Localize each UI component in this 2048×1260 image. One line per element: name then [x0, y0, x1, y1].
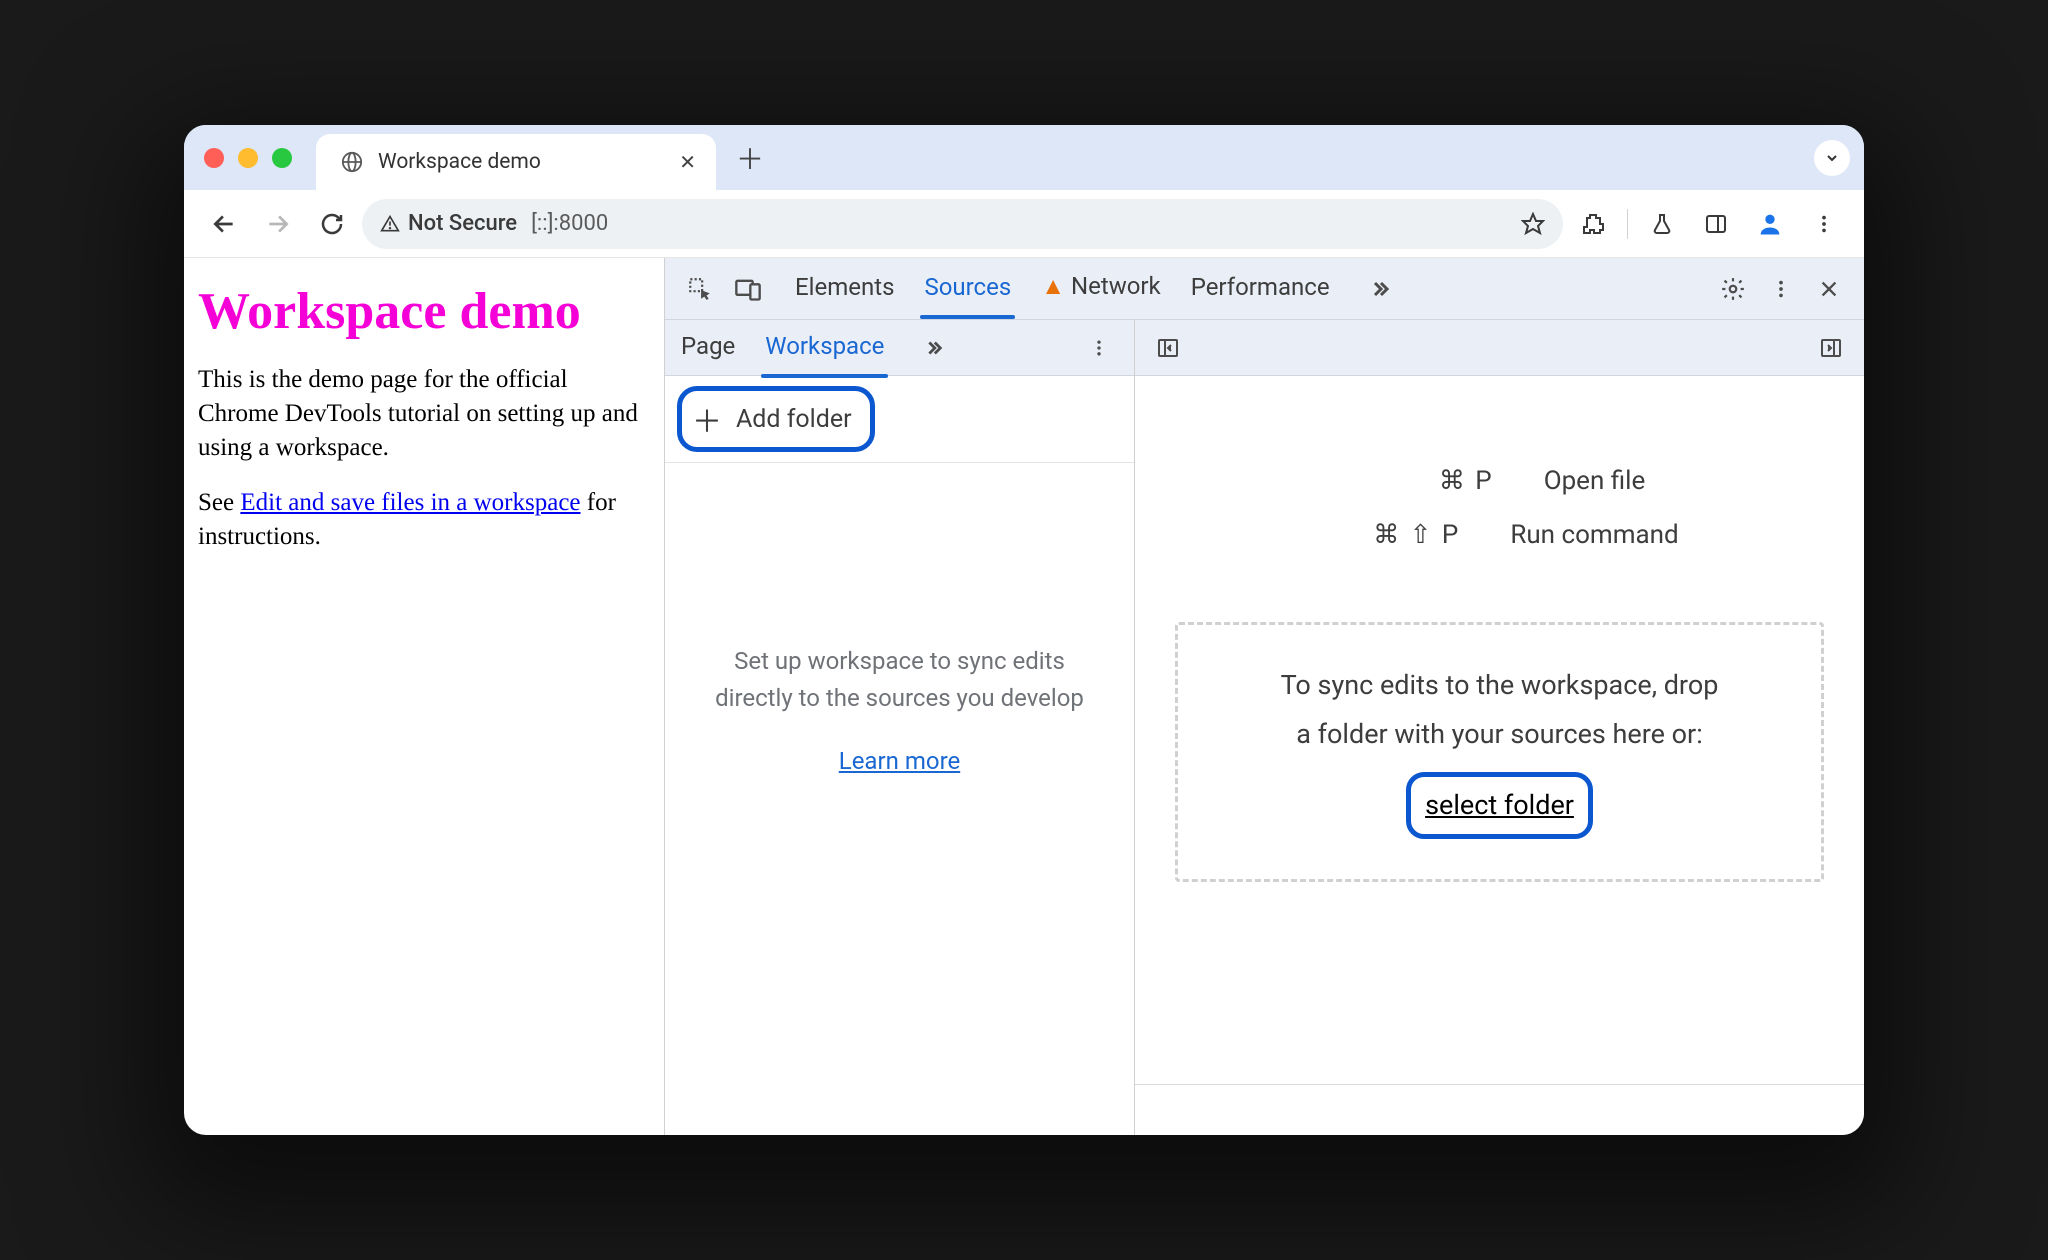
labs-button[interactable]: [1638, 200, 1686, 248]
add-folder-button[interactable]: ＋ Add folder: [677, 386, 875, 452]
tab-workspace[interactable]: Workspace: [765, 332, 884, 364]
device-toolbar-button[interactable]: [729, 270, 767, 308]
workspace-docs-link[interactable]: Edit and save files in a workspace: [240, 489, 580, 516]
plus-icon: ＋: [692, 397, 722, 441]
tab-search-button[interactable]: [1814, 140, 1850, 176]
dropzone-line1: To sync edits to the workspace, drop: [1208, 661, 1791, 710]
side-panel-button[interactable]: [1692, 200, 1740, 248]
toggle-navigator-button[interactable]: [1149, 329, 1187, 367]
back-button[interactable]: [200, 200, 248, 248]
tab-performance[interactable]: Performance: [1191, 273, 1330, 305]
tab-title: Workspace demo: [378, 150, 665, 174]
warning-icon: [380, 214, 400, 234]
workspace-dropzone[interactable]: To sync edits to the workspace, drop a f…: [1175, 622, 1824, 882]
security-text: Not Secure: [408, 211, 517, 236]
inspect-element-button[interactable]: [681, 270, 719, 308]
toolbar-divider: [1627, 209, 1628, 239]
shortcut-run-command: ⌘ ⇧ P Run command: [1320, 520, 1678, 550]
warning-icon: ▲: [1041, 272, 1065, 300]
sources-editor-pane: ⌘ P Open file ⌘ ⇧ P Run command To sync …: [1135, 320, 1864, 1135]
learn-more-link[interactable]: Learn more: [839, 743, 960, 780]
devtools-body: Page Workspace ＋ Add folder: [665, 320, 1864, 1135]
editor-toolbar: [1135, 320, 1864, 376]
tab-page[interactable]: Page: [681, 332, 735, 364]
workspace-hint: Set up workspace to sync edits directly …: [665, 643, 1134, 781]
page-link-paragraph: See Edit and save files in a workspace f…: [198, 486, 652, 554]
settings-button[interactable]: [1714, 270, 1752, 308]
browser-toolbar: Not Secure [::]:8000: [184, 190, 1864, 258]
menu-button[interactable]: [1800, 200, 1848, 248]
address-bar[interactable]: Not Secure [::]:8000: [362, 199, 1563, 249]
tab-strip: Workspace demo ✕ ＋: [184, 125, 1864, 190]
extensions-button[interactable]: [1569, 200, 1617, 248]
navigator-tabs: Page Workspace: [665, 320, 1134, 376]
security-indicator[interactable]: Not Secure: [380, 211, 517, 236]
page-viewport: Workspace demo This is the demo page for…: [184, 258, 664, 1135]
shortcut-keys: ⌘ P: [1354, 466, 1494, 496]
add-folder-row: ＋ Add folder: [665, 376, 1134, 463]
workspace-hint-text: Set up workspace to sync edits directly …: [695, 643, 1104, 717]
maximize-window-button[interactable]: [272, 148, 292, 168]
close-window-button[interactable]: [204, 148, 224, 168]
minimize-window-button[interactable]: [238, 148, 258, 168]
navigator-menu-button[interactable]: [1080, 329, 1118, 367]
sources-navigator: Page Workspace ＋ Add folder: [665, 320, 1135, 1135]
bookmark-button[interactable]: [1521, 212, 1545, 236]
editor-bottom-separator: [1135, 1084, 1864, 1085]
page-intro: This is the demo page for the official C…: [198, 363, 652, 464]
new-tab-button[interactable]: ＋: [732, 140, 768, 176]
shortcut-label: Open file: [1544, 466, 1646, 496]
forward-button[interactable]: [254, 200, 302, 248]
page-heading: Workspace demo: [198, 282, 652, 341]
devtools-main-tabs: Elements Sources ▲Network Performance: [795, 270, 1398, 308]
content-area: Workspace demo This is the demo page for…: [184, 258, 1864, 1135]
browser-tab[interactable]: Workspace demo ✕: [316, 134, 716, 190]
close-devtools-button[interactable]: [1810, 270, 1848, 308]
globe-icon: [340, 150, 364, 174]
devtools-panel: Elements Sources ▲Network Performance: [664, 258, 1864, 1135]
profile-button[interactable]: [1746, 200, 1794, 248]
devtools-toolbar: Elements Sources ▲Network Performance: [665, 258, 1864, 320]
reload-button[interactable]: [308, 200, 356, 248]
shortcut-open-file: ⌘ P Open file: [1354, 466, 1646, 496]
more-navigator-tabs-button[interactable]: [914, 329, 952, 367]
tab-elements[interactable]: Elements: [795, 273, 894, 305]
select-folder-button[interactable]: select folder: [1406, 772, 1593, 839]
tab-sources[interactable]: Sources: [924, 273, 1011, 305]
url-text: [::]:8000: [531, 211, 608, 236]
more-tabs-button[interactable]: [1360, 270, 1398, 308]
add-folder-label: Add folder: [736, 405, 852, 434]
shortcut-keys: ⌘ ⇧ P: [1320, 520, 1460, 550]
browser-window: Workspace demo ✕ ＋ Not Secure [::]:8000: [184, 125, 1864, 1135]
tab-network[interactable]: ▲Network: [1041, 272, 1160, 305]
shortcuts-hint: ⌘ P Open file ⌘ ⇧ P Run command: [1135, 466, 1864, 550]
dropzone-line2: a folder with your sources here or:: [1208, 710, 1791, 759]
close-tab-button[interactable]: ✕: [679, 150, 696, 174]
devtools-menu-button[interactable]: [1762, 270, 1800, 308]
toggle-debugger-button[interactable]: [1812, 329, 1850, 367]
window-controls: [204, 148, 292, 168]
shortcut-label: Run command: [1510, 520, 1678, 550]
